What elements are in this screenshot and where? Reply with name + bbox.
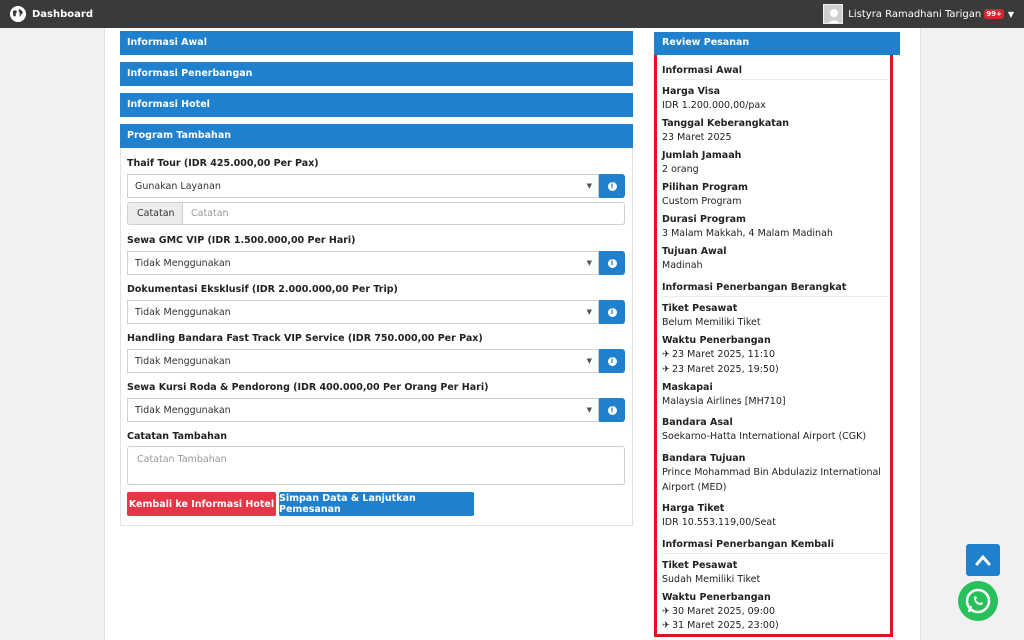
info-button-gmc-vip[interactable]: i	[599, 251, 625, 275]
info-button-kursi-roda[interactable]: i	[599, 398, 625, 422]
program-select-dokumentasi[interactable]: Tidak Menggunakan ▼	[127, 300, 599, 324]
review-harga-visa-label: Harga Visa	[662, 86, 721, 97]
review-maskapai-value: Malaysia Airlines [MH710]	[662, 396, 786, 407]
user-menu[interactable]: Listyra Ramadhani Tarigan 99+ ▼	[823, 4, 1014, 24]
dashboard-title: Dashboard	[32, 8, 93, 20]
section-informasi-awal[interactable]: Informasi Awal	[120, 31, 633, 55]
divider	[662, 79, 888, 80]
info-icon: i	[607, 405, 617, 415]
review-asal-label: Bandara Asal	[662, 417, 733, 428]
dashboard-link[interactable]: Dashboard	[10, 6, 93, 22]
review-waktu-depart-text: 23 Maret 2025, 11:10	[672, 349, 776, 360]
avatar	[823, 4, 844, 24]
dropdown-arrow-icon: ▼	[586, 357, 592, 365]
notification-badge: 99+	[984, 9, 1004, 19]
program-select-handling-bandara[interactable]: Tidak Menggunakan ▼	[127, 349, 599, 373]
review-waktu-kembali-arrive-text: 31 Maret 2025, 23:00)	[672, 620, 779, 631]
program-label-dokumentasi: Dokumentasi Eksklusif (IDR 2.000.000,00 …	[127, 284, 398, 295]
review-jamaah-label: Jumlah Jamaah	[662, 150, 742, 161]
review-tujuan-bandara-value: Prince Mohammad Bin Abdulaziz Internatio…	[662, 467, 881, 493]
dropdown-arrow-icon: ▼	[586, 182, 592, 190]
program-label-kursi-roda: Sewa Kursi Roda & Pendorong (IDR 400.000…	[127, 382, 489, 393]
review-waktu-kembali-label: Waktu Penerbangan	[662, 592, 771, 603]
info-icon: i	[607, 356, 617, 366]
dropdown-arrow-icon: ▼	[586, 406, 592, 414]
review-durasi-value: 3 Malam Makkah, 4 Malam Madinah	[662, 228, 833, 239]
scroll-to-top-button[interactable]	[966, 544, 1000, 576]
review-waktu-depart: ✈ 23 Maret 2025, 11:10	[662, 347, 884, 362]
section-informasi-penerbangan[interactable]: Informasi Penerbangan	[120, 62, 633, 86]
review-tiket-value: Belum Memiliki Tiket	[662, 317, 761, 328]
globe-icon	[10, 6, 26, 22]
info-icon: i	[607, 307, 617, 317]
program-label-thaif-tour: Thaif Tour (IDR 425.000,00 Per Pax)	[127, 158, 319, 169]
plane-arrival-icon: ✈	[662, 364, 670, 375]
whatsapp-button[interactable]	[958, 581, 998, 621]
review-section-berangkat: Informasi Penerbangan Berangkat	[662, 282, 847, 293]
info-button-dokumentasi[interactable]: i	[599, 300, 625, 324]
select-value: Gunakan Layanan	[135, 181, 221, 192]
review-section-awal: Informasi Awal	[662, 65, 742, 76]
review-waktu-kembali-depart-text: 30 Maret 2025, 09:00	[672, 606, 776, 617]
section-program-tambahan[interactable]: Program Tambahan	[120, 124, 633, 148]
back-to-hotel-button[interactable]: Kembali ke Informasi Hotel	[127, 492, 276, 516]
info-button-thaif-tour[interactable]: i	[599, 174, 625, 198]
dropdown-arrow-icon: ▼	[586, 259, 592, 267]
review-jamaah-value: 2 orang	[662, 164, 699, 175]
program-label-handling-bandara: Handling Bandara Fast Track VIP Service …	[127, 333, 483, 344]
review-section-kembali: Informasi Penerbangan Kembali	[662, 539, 834, 550]
plane-departure-icon: ✈	[662, 606, 670, 617]
select-value: Tidak Menggunakan	[135, 405, 231, 416]
review-tujuan-bandara-label: Bandara Tujuan	[662, 453, 746, 464]
dropdown-arrow-icon: ▼	[586, 308, 592, 316]
review-tiket-kembali-value: Sudah Memiliki Tiket	[662, 574, 761, 585]
review-tujuan-value: Madinah	[662, 260, 703, 271]
divider	[662, 553, 888, 554]
review-harga-tiket-value: IDR 10.553.119,00/Seat	[662, 517, 776, 528]
plane-arrival-icon: ✈	[662, 620, 670, 631]
review-waktu-arrive-text: 23 Maret 2025, 19:50)	[672, 364, 779, 375]
review-waktu-arrive: ✈ 23 Maret 2025, 19:50)	[662, 362, 884, 377]
review-tiket-kembali-label: Tiket Pesawat	[662, 560, 738, 571]
review-tanggal-value: 23 Maret 2025	[662, 132, 732, 143]
catatan-tambahan-label: Catatan Tambahan	[127, 431, 228, 442]
catatan-addon: Catatan	[128, 203, 183, 224]
divider	[662, 296, 888, 297]
review-waktu-kembali-arrive: ✈ 31 Maret 2025, 23:00)	[662, 618, 884, 633]
user-name: Listyra Ramadhani Tarigan	[848, 8, 982, 20]
catatan-tambahan-textarea[interactable]: Catatan Tambahan	[127, 446, 625, 485]
review-pilihan-label: Pilihan Program	[662, 182, 748, 193]
chevron-up-icon	[975, 554, 991, 566]
plane-departure-icon: ✈	[662, 349, 670, 360]
program-select-gmc-vip[interactable]: Tidak Menggunakan ▼	[127, 251, 599, 275]
review-tanggal-label: Tanggal Keberangkatan	[662, 118, 789, 129]
program-label-gmc-vip: Sewa GMC VIP (IDR 1.500.000,00 Per Hari)	[127, 235, 356, 246]
review-harga-visa-value: IDR 1.200.000,00/pax	[662, 100, 766, 111]
program-select-kursi-roda[interactable]: Tidak Menggunakan ▼	[127, 398, 599, 422]
review-tiket-label: Tiket Pesawat	[662, 303, 738, 314]
catatan-input[interactable]: Catatan	[191, 208, 229, 219]
review-pilihan-value: Custom Program	[662, 196, 742, 207]
info-icon: i	[607, 258, 617, 268]
review-tujuan-label: Tujuan Awal	[662, 246, 727, 257]
info-button-handling-bandara[interactable]: i	[599, 349, 625, 373]
review-title: Review Pesanan	[654, 32, 900, 55]
section-informasi-hotel[interactable]: Informasi Hotel	[120, 93, 633, 117]
catatan-input-group: Catatan Catatan	[127, 202, 625, 225]
review-maskapai-label: Maskapai	[662, 382, 713, 393]
chevron-down-icon: ▼	[1007, 9, 1014, 19]
whatsapp-icon	[965, 588, 991, 614]
select-value: Tidak Menggunakan	[135, 356, 231, 367]
info-icon: i	[607, 181, 617, 191]
review-harga-tiket-label: Harga Tiket	[662, 503, 725, 514]
program-select-thaif-tour[interactable]: Gunakan Layanan ▼	[127, 174, 599, 198]
top-navbar: Dashboard Listyra Ramadhani Tarigan 99+ …	[0, 0, 1024, 28]
select-value: Tidak Menggunakan	[135, 258, 231, 269]
review-asal-value: Soekarno-Hatta International Airport (CG…	[662, 431, 867, 442]
save-continue-button[interactable]: Simpan Data & Lanjutkan Pemesanan	[279, 492, 474, 516]
review-waktu-label: Waktu Penerbangan	[662, 335, 771, 346]
review-durasi-label: Durasi Program	[662, 214, 746, 225]
review-waktu-kembali-depart: ✈ 30 Maret 2025, 09:00	[662, 604, 884, 619]
select-value: Tidak Menggunakan	[135, 307, 231, 318]
